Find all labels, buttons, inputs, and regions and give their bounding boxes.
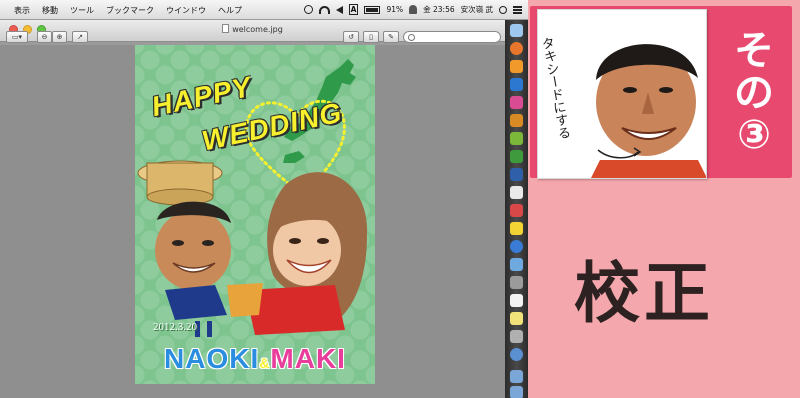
dreamweaver-icon[interactable]: [510, 132, 523, 145]
mail-icon[interactable]: [510, 258, 523, 271]
illustrator-icon[interactable]: [510, 60, 523, 73]
caricature-photo: タキシードにする: [537, 9, 707, 179]
groom-name: NAOKI: [164, 343, 260, 374]
indesign-icon[interactable]: [510, 96, 523, 109]
episode-label: その③: [734, 28, 774, 158]
firefox-icon[interactable]: [510, 42, 523, 55]
safari-icon[interactable]: [510, 240, 523, 253]
cyberduck-icon[interactable]: [510, 222, 523, 235]
window-toolbar: ▭▾ ⊖ ⊕ ↗ ↺ ▯ ✎: [0, 31, 505, 45]
groom-body: [165, 285, 227, 320]
battery-icon[interactable]: [364, 5, 381, 14]
menu-bookmarks[interactable]: ブックマーク: [106, 5, 154, 16]
wifi-icon[interactable]: [318, 5, 330, 14]
bride-name: MAKI: [270, 343, 346, 374]
page-button[interactable]: ▯: [363, 31, 379, 43]
menu-clock[interactable]: 金 23:56: [423, 4, 455, 15]
menu-view[interactable]: 表示: [14, 5, 30, 16]
search-field[interactable]: [403, 31, 501, 43]
preview-screenshot: 表示 移動 ツール ブックマーク ウインドウ ヘルプ A 91% 金 23:56…: [0, 0, 528, 398]
couple-names: NAOKI&MAKI: [135, 343, 375, 375]
japan-map-shape: [283, 151, 305, 163]
photoshop-icon[interactable]: [510, 78, 523, 91]
proofreading-heading: 校正: [574, 255, 714, 332]
system-preferences-icon[interactable]: [510, 330, 523, 343]
word-icon[interactable]: [510, 168, 523, 181]
zoom-out-button[interactable]: ⊖: [37, 31, 52, 43]
menu-tools[interactable]: ツール: [70, 5, 94, 16]
spotlight-icon[interactable]: [499, 5, 507, 14]
app-store-icon[interactable]: [510, 348, 523, 361]
user-icon: [409, 5, 418, 14]
status-area: A 91% 金 23:56 安次嶺 武: [303, 4, 522, 15]
groom-face: [155, 210, 231, 290]
excel-icon[interactable]: [510, 150, 523, 163]
ampersand: &: [259, 355, 271, 371]
volume-icon[interactable]: [335, 5, 343, 14]
textedit-icon[interactable]: [510, 186, 523, 199]
dock: [505, 20, 528, 398]
wedding-invitation-image: HAPPY WEDDING 2012.3.20 NAOKI&MAKI: [135, 45, 375, 384]
edit-button[interactable]: ✎: [383, 31, 399, 43]
menu-items: 表示 移動 ツール ブックマーク ウインドウ ヘルプ: [14, 5, 242, 16]
input-method-icon[interactable]: A: [348, 4, 359, 15]
menu-window[interactable]: ウインドウ: [166, 5, 206, 16]
zoom-in-button[interactable]: ⊕: [52, 31, 67, 43]
wedding-date: 2012.3.20: [153, 321, 197, 333]
bridge-icon[interactable]: [510, 114, 523, 127]
menu-bar: 表示 移動 ツール ブックマーク ウインドウ ヘルプ A 91% 金 23:56…: [0, 0, 528, 20]
rotate-button[interactable]: ↺: [343, 31, 359, 43]
notification-icon[interactable]: [513, 5, 522, 14]
share-button[interactable]: ↗: [72, 31, 88, 43]
calendar-icon[interactable]: [510, 294, 523, 307]
downloads-folder-icon[interactable]: [510, 370, 523, 383]
menu-go[interactable]: 移動: [42, 5, 58, 16]
menu-user[interactable]: 安次嶺 武: [461, 4, 493, 15]
preview-icon[interactable]: [510, 276, 523, 289]
sidebar-toggle-button[interactable]: ▭▾: [6, 31, 28, 43]
battery-percent: 91%: [386, 5, 404, 14]
stickies-icon[interactable]: [510, 312, 523, 325]
finder-icon[interactable]: [510, 24, 523, 37]
time-machine-icon[interactable]: [303, 5, 313, 14]
menu-help[interactable]: ヘルプ: [218, 5, 242, 16]
documents-folder-icon[interactable]: [510, 386, 523, 398]
acrobat-icon[interactable]: [510, 204, 523, 217]
